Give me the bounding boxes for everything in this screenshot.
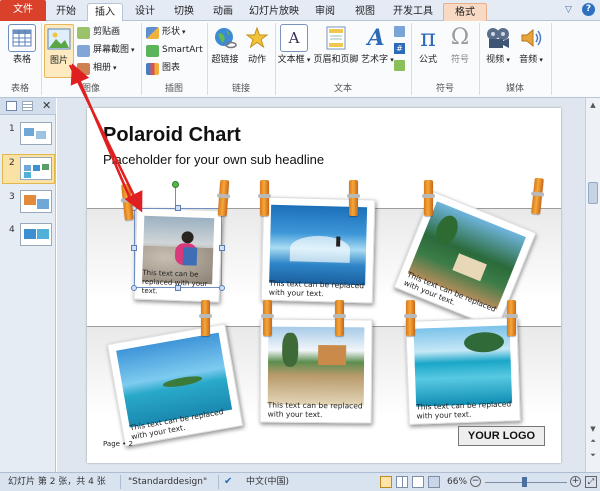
zoom-level-text[interactable]: 66% bbox=[447, 473, 467, 491]
normal-view-icon[interactable] bbox=[380, 476, 392, 488]
theme-name-text[interactable]: "Standarddesign" bbox=[128, 473, 207, 491]
fit-to-window-icon[interactable]: ⤢ bbox=[585, 476, 597, 488]
status-bar: 幻灯片 第 2 张，共 4 张 "Standarddesign" ✔ 中文(中国… bbox=[0, 472, 600, 491]
spelling-check-icon[interactable]: ✔ bbox=[224, 476, 236, 488]
slide-sorter-icon[interactable] bbox=[396, 476, 408, 488]
slideshow-view-icon[interactable] bbox=[428, 476, 440, 488]
zoom-in-icon[interactable]: + bbox=[570, 476, 581, 487]
annotation-arrows bbox=[68, 63, 143, 213]
annotation-arrow-to-slide-photo bbox=[68, 64, 143, 213]
zoom-out-icon[interactable]: − bbox=[470, 476, 481, 487]
language-text[interactable]: 中文(中国) bbox=[246, 473, 289, 491]
reading-view-icon[interactable] bbox=[412, 476, 424, 488]
slide-count-text: 幻灯片 第 2 张，共 4 张 bbox=[8, 477, 106, 487]
zoom-slider-thumb[interactable] bbox=[522, 477, 527, 487]
